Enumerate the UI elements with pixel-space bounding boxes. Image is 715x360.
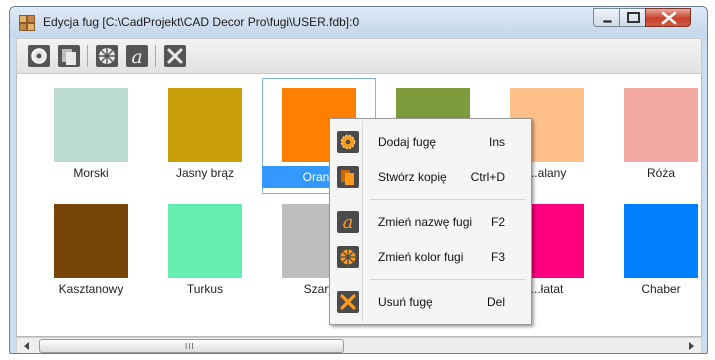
joint-label: Turkus: [186, 282, 224, 296]
close-icon: [661, 11, 677, 25]
menu-item-label: Stwórz kopię: [378, 170, 447, 184]
joint-swatch: [624, 204, 698, 278]
menu-item-label: Usuń fugę: [378, 295, 433, 309]
joint-swatch: [54, 204, 128, 278]
menu-separator: [370, 279, 525, 280]
scroll-right-icon[interactable]: [684, 340, 698, 352]
joint-tile[interactable]: Kasztanowy: [34, 194, 148, 310]
scroll-left-icon[interactable]: [20, 340, 34, 352]
toolbar: a: [16, 38, 702, 74]
context-menu: Dodaj fugę Ins Stwórz kopię Ctrl+D a Zmi…: [329, 118, 532, 325]
menu-item-label: Dodaj fugę: [378, 135, 437, 149]
joint-swatch: [624, 88, 698, 162]
joint-label: Kasztanowy: [58, 282, 124, 296]
close-button[interactable]: [645, 8, 691, 27]
menu-item-delete[interactable]: Usuń fugę Del: [332, 287, 529, 317]
menu-item-shortcut: F3: [490, 250, 505, 264]
copy-icon: [58, 45, 80, 67]
joint-label: Jasny brąz: [175, 166, 235, 180]
add-joint-icon: [28, 45, 50, 67]
minimize-icon: [602, 19, 613, 24]
delete-icon: [164, 45, 186, 67]
joint-tile[interactable]: Chaber: [604, 194, 701, 310]
delete-icon: [337, 291, 359, 313]
copy-icon: [337, 166, 359, 188]
menu-item-rename[interactable]: a Zmień nazwę fugi F2: [332, 207, 529, 237]
menu-separator: [370, 199, 525, 200]
joint-label: Róża: [646, 166, 675, 180]
window-title: Edycja fug [C:\CadProjekt\CAD Decor Pro\…: [43, 15, 360, 29]
maximize-button[interactable]: [619, 8, 646, 27]
joint-tile[interactable]: Jasny brąz: [148, 78, 262, 194]
joint-swatch: [168, 204, 242, 278]
toolbar-separator: [87, 45, 88, 67]
scrollbar-grip: III: [185, 342, 195, 351]
joint-swatch: [168, 88, 242, 162]
joint-label: Morski: [73, 166, 109, 180]
scrollbar-thumb[interactable]: III: [39, 339, 344, 353]
toolbar-rename-button[interactable]: a: [125, 44, 149, 68]
rename-icon: a: [337, 211, 359, 233]
toolbar-delete-button[interactable]: [163, 44, 187, 68]
toolbar-copy-button[interactable]: [57, 44, 81, 68]
joint-tile[interactable]: Morski: [34, 78, 148, 194]
menu-item-shortcut: Del: [486, 295, 505, 309]
menu-item-label: Zmień nazwę fugi: [378, 215, 473, 229]
menu-item-copy[interactable]: Stwórz kopię Ctrl+D: [332, 162, 529, 192]
joint-editor-icon: [19, 15, 35, 31]
joint-swatch: [54, 88, 128, 162]
title-bar[interactable]: Edycja fug [C:\CadProjekt\CAD Decor Pro\…: [10, 7, 707, 37]
menu-item-shortcut: Ins: [488, 135, 505, 149]
menu-item-add-joint[interactable]: Dodaj fugę Ins: [332, 127, 529, 157]
toolbar-add-joint-button[interactable]: [27, 44, 51, 68]
add-joint-icon: [337, 131, 359, 153]
menu-item-shortcut: Ctrl+D: [470, 170, 505, 184]
menu-item-label: Zmień kolor fugi: [378, 250, 464, 264]
menu-item-change-color[interactable]: Zmień kolor fugi F3: [332, 242, 529, 272]
horizontal-scrollbar[interactable]: III: [16, 337, 702, 353]
toolbar-separator: [155, 45, 156, 67]
joint-tile[interactable]: Turkus: [148, 194, 262, 310]
joint-label: Chaber: [641, 282, 681, 296]
maximize-icon: [627, 12, 640, 23]
rename-icon: a: [126, 45, 148, 68]
menu-item-shortcut: F2: [490, 215, 505, 229]
joint-tile[interactable]: Róża: [604, 78, 701, 194]
minimize-button[interactable]: [593, 8, 620, 27]
color-wheel-icon: [96, 45, 118, 67]
toolbar-change-color-button[interactable]: [95, 44, 119, 68]
color-wheel-icon: [337, 246, 359, 268]
svg-text:a: a: [343, 212, 354, 233]
svg-text:a: a: [131, 46, 142, 68]
